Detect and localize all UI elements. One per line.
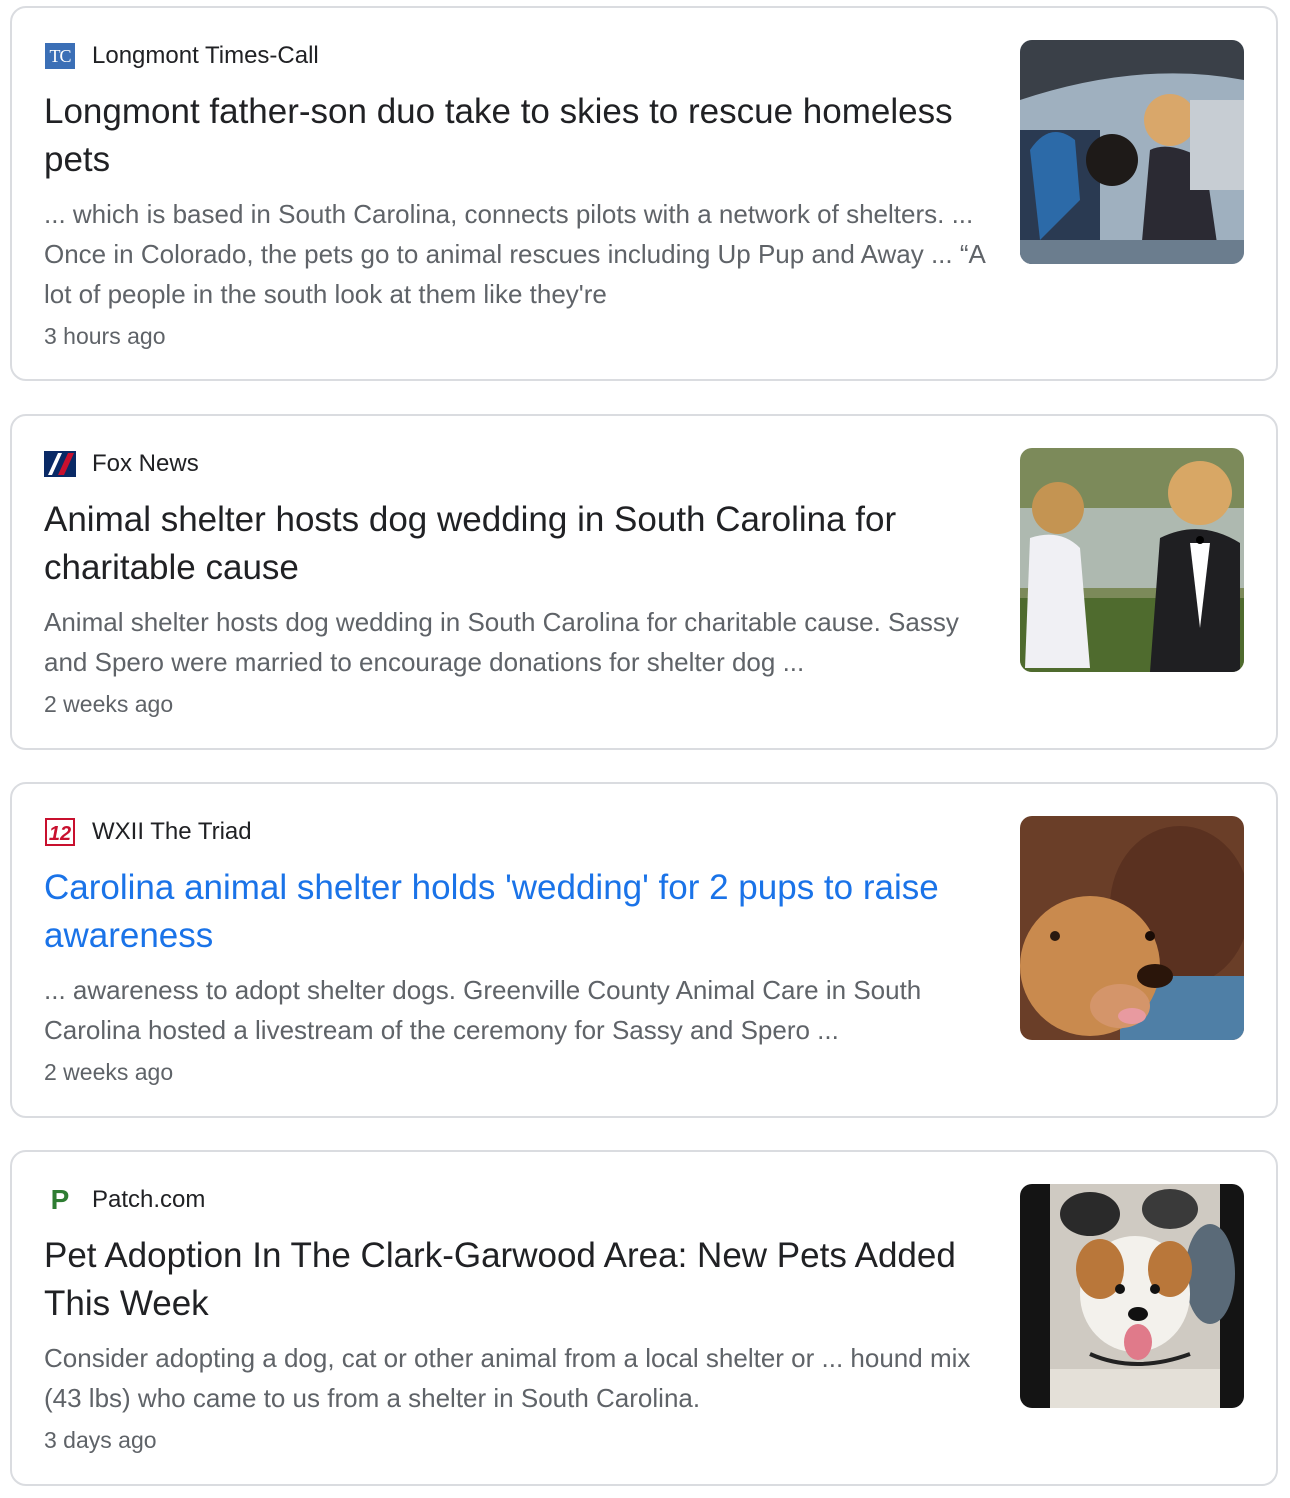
snippet: ... awareness to adopt shelter dogs. Gre… (44, 975, 922, 1045)
source-name: Patch.com (92, 1186, 206, 1213)
news-card[interactable]: TC Longmont Times-Call Longmont father-s… (10, 6, 1278, 381)
news-card-text: 12 WXII The Triad Carolina animal shelte… (44, 814, 994, 1092)
source-row: Fox News (44, 446, 994, 482)
source-name: Fox News (92, 450, 199, 477)
source-row: P Patch.com (44, 1182, 994, 1218)
news-card-text: P Patch.com Pet Adoption In The Clark-Ga… (44, 1182, 994, 1460)
snippet: Consider adopting a dog, cat or other an… (44, 1343, 971, 1413)
tc-logo-icon: TC (44, 42, 76, 70)
headline-link[interactable]: Pet Adoption In The Clark-Garwood Area: … (44, 1232, 994, 1328)
plane-pilots-with-dog-thumbnail[interactable] (1020, 40, 1244, 264)
timestamp: 2 weeks ago (44, 691, 174, 717)
source-name: WXII The Triad (92, 818, 252, 845)
dog-wedding-thumbnail[interactable] (1020, 448, 1244, 672)
svg-text:12: 12 (49, 823, 71, 845)
fox-news-logo-icon (44, 450, 76, 478)
news-card[interactable]: Fox News Animal shelter hosts dog weddin… (10, 414, 1278, 750)
source-row: TC Longmont Times-Call (44, 38, 994, 74)
timestamp: 3 hours ago (44, 323, 166, 349)
timestamp: 3 days ago (44, 1427, 157, 1453)
timestamp: 2 weeks ago (44, 1059, 174, 1085)
two-dogs-closeup-thumbnail[interactable] (1020, 816, 1244, 1040)
snippet: Animal shelter hosts dog wedding in Sout… (44, 607, 959, 677)
news-results-list: TC Longmont Times-Call Longmont father-s… (0, 0, 1290, 1498)
source-name: Longmont Times-Call (92, 42, 319, 69)
headline-link[interactable]: Animal shelter hosts dog wedding in Sout… (44, 496, 994, 592)
headline-link[interactable]: Carolina animal shelter holds 'wedding' … (44, 864, 994, 960)
source-row: 12 WXII The Triad (44, 814, 994, 850)
hound-puppy-thumbnail[interactable] (1020, 1184, 1244, 1408)
news-card-text: Fox News Animal shelter hosts dog weddin… (44, 446, 994, 724)
news-card-text: TC Longmont Times-Call Longmont father-s… (44, 38, 994, 356)
snippet: ... which is based in South Carolina, co… (44, 199, 985, 309)
wxii-12-logo-icon: 12 (44, 818, 76, 846)
headline-link[interactable]: Longmont father-son duo take to skies to… (44, 88, 994, 184)
patch-logo-icon: P (50, 1184, 70, 1215)
news-card[interactable]: 12 WXII The Triad Carolina animal shelte… (10, 782, 1278, 1118)
news-card[interactable]: P Patch.com Pet Adoption In The Clark-Ga… (10, 1150, 1278, 1486)
